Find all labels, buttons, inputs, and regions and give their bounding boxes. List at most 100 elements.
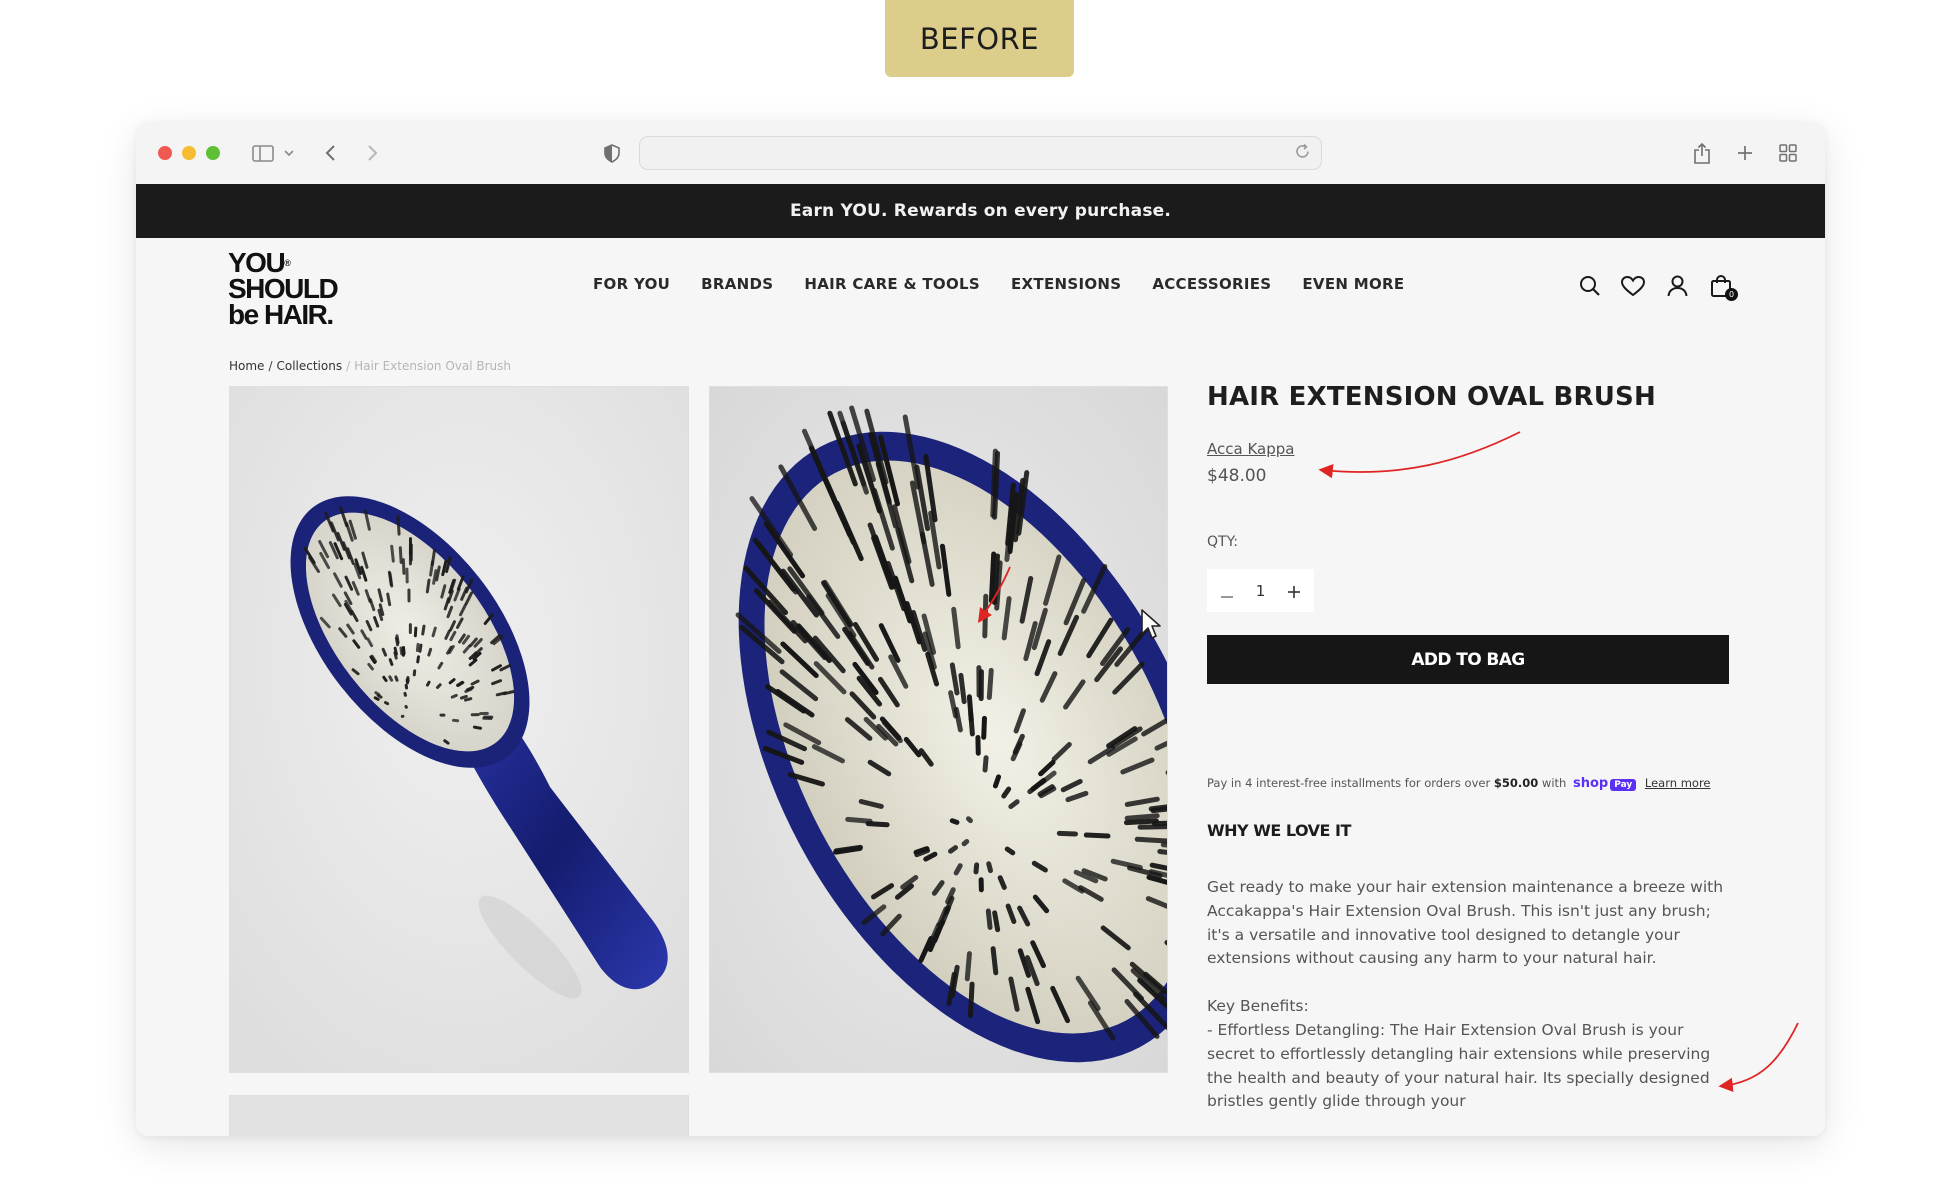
qty-increase-button[interactable]: [1284, 581, 1304, 601]
bristle: [961, 839, 970, 847]
bristle: [382, 675, 388, 683]
promo-text: Earn YOU. Rewards on every purchase.: [789, 201, 1172, 221]
bristle: [981, 715, 987, 740]
bristle: [986, 667, 994, 700]
bristle: [435, 683, 442, 689]
bristle: [390, 544, 395, 563]
bristle: [973, 862, 980, 875]
bristle: [450, 693, 458, 699]
reload-icon[interactable]: [1294, 143, 1311, 165]
bristle: [415, 642, 420, 653]
privacy-shield-icon[interactable]: [601, 138, 623, 168]
mouse-cursor-icon: [1141, 609, 1161, 639]
forward-arrow-icon[interactable]: [362, 138, 382, 168]
bristle: [425, 680, 431, 687]
close-window-button[interactable]: [158, 146, 172, 160]
bristle: [413, 626, 418, 638]
bristle: [1134, 836, 1167, 844]
bristle: [396, 515, 401, 536]
bristle: [1124, 813, 1160, 821]
bristle: [398, 546, 403, 564]
brush-photo-full: [230, 387, 688, 1072]
bristle: [990, 448, 998, 518]
breadcrumb-separator: /: [346, 359, 351, 373]
wishlist-heart-icon[interactable]: [1619, 272, 1647, 300]
installments-prefix: Pay in 4 interest-free installments for …: [1207, 776, 1491, 790]
installments-amount: $50.00: [1493, 776, 1539, 790]
qty-value[interactable]: 1: [1256, 582, 1266, 600]
bristle: [387, 570, 393, 587]
bristle: [421, 624, 426, 636]
header-icons: 0: [136, 272, 1825, 301]
bristle: [429, 560, 435, 577]
account-user-icon[interactable]: [1663, 272, 1691, 300]
bristle: [472, 725, 483, 730]
bristle: [374, 691, 381, 697]
shop-pay-wordmark: shop: [1572, 776, 1609, 791]
product-image-third[interactable]: [229, 1095, 689, 1136]
bristle: [966, 694, 974, 722]
bristle: [958, 672, 967, 705]
quantity-stepper: 1: [1207, 569, 1314, 612]
bristle: [431, 626, 437, 638]
bristle: [1123, 818, 1159, 826]
bristle: [394, 675, 399, 682]
learn-more-link[interactable]: Learn more: [1645, 776, 1711, 790]
product-title: HAIR EXTENSION OVAL BRUSH: [1207, 382, 1656, 412]
new-tab-icon[interactable]: [1734, 138, 1756, 168]
bristle: [418, 643, 423, 653]
zoom-window-button[interactable]: [206, 146, 220, 160]
bristle: [459, 694, 468, 700]
breadcrumb-current: Hair Extension Oval Brush: [354, 359, 512, 373]
bristle: [994, 560, 1003, 611]
bristle: [1137, 824, 1167, 830]
promo-banner: Earn YOU. Rewards on every purchase.: [136, 184, 1825, 238]
bristle: [1083, 832, 1111, 839]
bristle: [986, 861, 993, 874]
bristle: [463, 697, 473, 702]
logo-line-3: be HAIR.: [228, 299, 334, 330]
address-bar[interactable]: [639, 136, 1322, 170]
shopping-bag-icon[interactable]: 0: [1707, 272, 1738, 301]
back-arrow-icon[interactable]: [320, 138, 340, 168]
add-to-bag-button[interactable]: ADD TO BAG: [1207, 635, 1729, 684]
bristle: [402, 646, 406, 655]
share-icon[interactable]: [1691, 138, 1713, 168]
bristle: [384, 701, 390, 706]
bristle: [1164, 940, 1167, 946]
bristle: [949, 818, 960, 825]
bristle: [388, 658, 394, 666]
search-icon[interactable]: [1576, 272, 1604, 300]
sidebar-toggle-icon[interactable]: [250, 138, 276, 168]
tab-overview-icon[interactable]: [1777, 138, 1799, 168]
brush-photo-closeup: [710, 387, 1167, 1072]
minimize-window-button[interactable]: [182, 146, 196, 160]
browser-toolbar: [136, 122, 1825, 184]
bristle: [988, 551, 997, 604]
chevron-down-icon[interactable]: [282, 138, 296, 168]
bristle: [967, 981, 975, 1018]
shop-pay-logo: shop Pay: [1572, 776, 1637, 791]
bristle: [990, 946, 999, 976]
brand-link[interactable]: Acca Kappa: [1207, 440, 1294, 458]
benefit-item: - Effortless Detangling: The Hair Extens…: [1207, 1020, 1711, 1111]
bristle: [992, 774, 1002, 789]
bristle: [965, 816, 973, 824]
badge-label: BEFORE: [919, 21, 1040, 56]
bristle: [1056, 830, 1079, 837]
before-badge: BEFORE: [885, 0, 1074, 77]
breadcrumb-separator: /: [268, 359, 273, 373]
breadcrumb-home-link[interactable]: Home: [229, 359, 264, 373]
product-description: Get ready to make your hair extension ma…: [1207, 876, 1732, 1114]
product-image-closeup[interactable]: [709, 386, 1168, 1073]
benefits-heading: Key Benefits:: [1207, 997, 1309, 1016]
installments-note: Pay in 4 interest-free installments for …: [1207, 776, 1711, 791]
bristle: [388, 675, 394, 682]
product-image-main[interactable]: [229, 386, 689, 1073]
installments-with: with: [1541, 776, 1567, 790]
bristle: [416, 655, 420, 664]
bristle: [992, 910, 1001, 933]
bristle: [982, 755, 989, 773]
qty-decrease-button[interactable]: [1217, 581, 1237, 601]
breadcrumb-collections-link[interactable]: Collections: [276, 359, 342, 373]
